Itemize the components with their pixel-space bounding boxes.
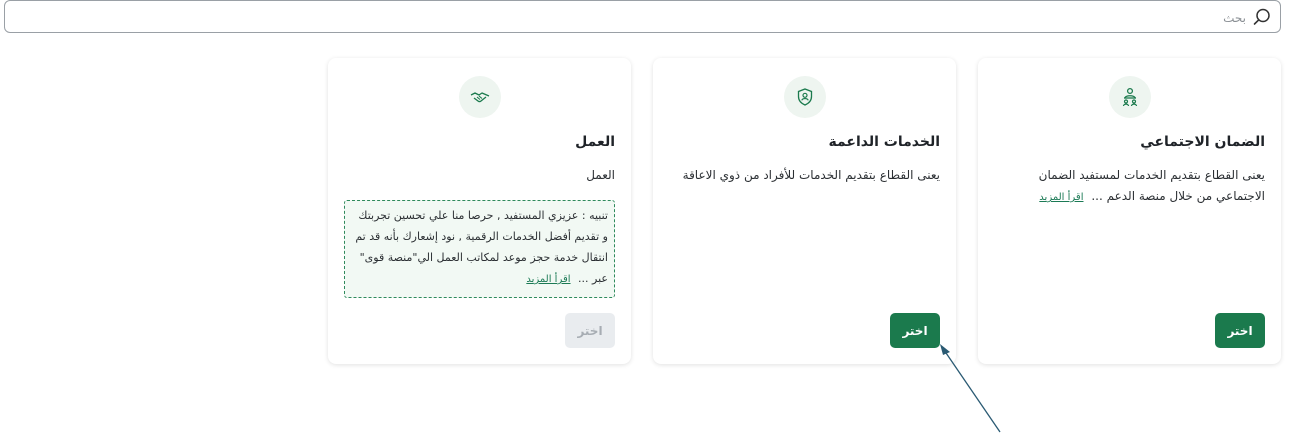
select-button-disabled[interactable]: اختر <box>565 313 615 348</box>
card-description: العمل <box>344 165 615 186</box>
notice-box: تنبيه : عزيزي المستفيد , حرصا منا علي تح… <box>344 200 615 298</box>
icon-badge <box>458 76 501 118</box>
service-card-supporting-services: الخدمات الداعمة يعنى القطاع بتقديم الخدم… <box>653 58 956 364</box>
search-input[interactable] <box>44 5 1248 31</box>
icon-badge <box>1108 76 1151 118</box>
search-bar[interactable] <box>4 0 1281 33</box>
card-description: يعنى القطاع بتقديم الخدمات لمستفيد الضما… <box>994 165 1265 208</box>
select-button[interactable]: اختر <box>1215 313 1265 348</box>
search-icon[interactable] <box>1252 7 1272 27</box>
card-description: يعنى القطاع بتقديم الخدمات للأفراد من ذو… <box>669 165 940 186</box>
card-title: الضمان الاجتماعي <box>1140 134 1265 150</box>
read-more-link[interactable]: اقرأ المزيد <box>526 274 570 285</box>
card-description-text: يعنى القطاع بتقديم الخدمات للأفراد من ذو… <box>682 168 940 182</box>
service-card-social-security: الضمان الاجتماعي يعنى القطاع بتقديم الخد… <box>978 58 1281 364</box>
read-more-link[interactable]: اقرأ المزيد <box>1039 192 1083 203</box>
card-description-text: العمل <box>586 168 615 182</box>
icon-badge <box>783 76 826 118</box>
service-card-work: العمل العمل تنبيه : عزيزي المستفيد , حرص… <box>328 58 631 364</box>
annotation-arrow <box>940 344 1001 433</box>
shield-person-icon <box>797 88 812 106</box>
card-title: العمل <box>575 134 615 150</box>
card-title: الخدمات الداعمة <box>828 134 940 150</box>
handshake-icon <box>470 92 489 103</box>
people-group-icon <box>1122 87 1137 107</box>
